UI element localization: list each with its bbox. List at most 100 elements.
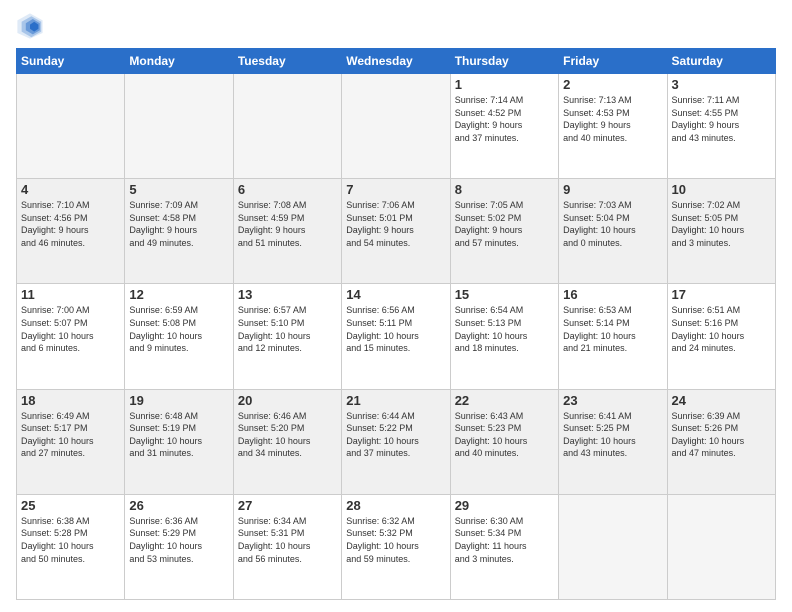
day-info: Sunrise: 7:11 AM Sunset: 4:55 PM Dayligh… — [672, 94, 771, 144]
day-info: Sunrise: 6:43 AM Sunset: 5:23 PM Dayligh… — [455, 410, 554, 460]
day-cell: 3 Sunrise: 7:11 AM Sunset: 4:55 PM Daylig… — [667, 74, 775, 179]
day-info: Sunrise: 7:13 AM Sunset: 4:53 PM Dayligh… — [563, 94, 662, 144]
day-header-wednesday: Wednesday — [342, 49, 450, 74]
day-cell: 15 Sunrise: 6:54 AM Sunset: 5:13 PM Dayli… — [450, 284, 558, 389]
day-cell: 26Sunrise: 6:36 AM Sunset: 5:29 PM Dayli… — [125, 494, 233, 599]
day-cell: 12 Sunrise: 6:59 AM Sunset: 5:08 PM Dayli… — [125, 284, 233, 389]
day-info: Sunrise: 7:00 AM Sunset: 5:07 PM Dayligh… — [21, 304, 120, 354]
day-info: Sunrise: 6:51 AM Sunset: 5:16 PM Dayligh… — [672, 304, 771, 354]
day-number: 29 — [455, 498, 554, 513]
day-info: Sunrise: 7:03 AM Sunset: 5:04 PM Dayligh… — [563, 199, 662, 249]
day-info: Sunrise: 7:06 AM Sunset: 5:01 PM Dayligh… — [346, 199, 445, 249]
day-cell: 27 Sunrise: 6:34 AM Sunset: 5:31 PM Dayli… — [233, 494, 341, 599]
day-cell: 2Sunrise: 7:13 AM Sunset: 4:53 PM Daylig… — [559, 74, 667, 179]
day-cell: 10Sunrise: 7:02 AM Sunset: 5:05 PM Dayli… — [667, 179, 775, 284]
day-info: Sunrise: 6:53 AM Sunset: 5:14 PM Dayligh… — [563, 304, 662, 354]
day-number: 15 — [455, 287, 554, 302]
day-cell: 4Sunrise: 7:10 AM Sunset: 4:56 PM Daylig… — [17, 179, 125, 284]
day-info: Sunrise: 6:30 AM Sunset: 5:34 PM Dayligh… — [455, 515, 554, 565]
day-info: Sunrise: 6:59 AM Sunset: 5:08 PM Dayligh… — [129, 304, 228, 354]
day-number: 19 — [129, 393, 228, 408]
day-cell: 22 Sunrise: 6:43 AM Sunset: 5:23 PM Dayli… — [450, 389, 558, 494]
day-cell: 18 Sunrise: 6:49 AM Sunset: 5:17 PM Dayli… — [17, 389, 125, 494]
day-cell: 19 Sunrise: 6:48 AM Sunset: 5:19 PM Dayli… — [125, 389, 233, 494]
day-number: 27 — [238, 498, 337, 513]
day-header-monday: Monday — [125, 49, 233, 74]
week-row-4: 18 Sunrise: 6:49 AM Sunset: 5:17 PM Dayli… — [17, 389, 776, 494]
day-cell: 5 Sunrise: 7:09 AM Sunset: 4:58 PM Daylig… — [125, 179, 233, 284]
day-number: 18 — [21, 393, 120, 408]
day-number: 26 — [129, 498, 228, 513]
day-cell: 13Sunrise: 6:57 AM Sunset: 5:10 PM Dayli… — [233, 284, 341, 389]
day-cell: 16 Sunrise: 6:53 AM Sunset: 5:14 PM Dayli… — [559, 284, 667, 389]
day-info: Sunrise: 7:09 AM Sunset: 4:58 PM Dayligh… — [129, 199, 228, 249]
day-cell: 28 Sunrise: 6:32 AM Sunset: 5:32 PM Dayli… — [342, 494, 450, 599]
day-cell: 21 Sunrise: 6:44 AM Sunset: 5:22 PM Dayli… — [342, 389, 450, 494]
day-cell — [342, 74, 450, 179]
day-info: Sunrise: 6:34 AM Sunset: 5:31 PM Dayligh… — [238, 515, 337, 565]
day-info: Sunrise: 6:46 AM Sunset: 5:20 PM Dayligh… — [238, 410, 337, 460]
day-info: Sunrise: 6:32 AM Sunset: 5:32 PM Dayligh… — [346, 515, 445, 565]
day-number: 20 — [238, 393, 337, 408]
day-info: Sunrise: 7:08 AM Sunset: 4:59 PM Dayligh… — [238, 199, 337, 249]
day-info: Sunrise: 7:10 AM Sunset: 4:56 PM Dayligh… — [21, 199, 120, 249]
day-number: 25 — [21, 498, 120, 513]
day-number: 17 — [672, 287, 771, 302]
day-info: Sunrise: 6:57 AM Sunset: 5:10 PM Dayligh… — [238, 304, 337, 354]
day-cell: 1 Sunrise: 7:14 AM Sunset: 4:52 PM Daylig… — [450, 74, 558, 179]
day-cell: 7 Sunrise: 7:06 AM Sunset: 5:01 PM Daylig… — [342, 179, 450, 284]
day-cell: 20 Sunrise: 6:46 AM Sunset: 5:20 PM Dayli… — [233, 389, 341, 494]
week-row-2: 4Sunrise: 7:10 AM Sunset: 4:56 PM Daylig… — [17, 179, 776, 284]
day-info: Sunrise: 6:56 AM Sunset: 5:11 PM Dayligh… — [346, 304, 445, 354]
day-number: 11 — [21, 287, 120, 302]
logo — [16, 12, 48, 40]
header — [16, 12, 776, 40]
day-header-friday: Friday — [559, 49, 667, 74]
day-info: Sunrise: 7:14 AM Sunset: 4:52 PM Dayligh… — [455, 94, 554, 144]
day-number: 21 — [346, 393, 445, 408]
day-cell: 25 Sunrise: 6:38 AM Sunset: 5:28 PM Dayli… — [17, 494, 125, 599]
day-cell: 11 Sunrise: 7:00 AM Sunset: 5:07 PM Dayli… — [17, 284, 125, 389]
day-info: Sunrise: 7:02 AM Sunset: 5:05 PM Dayligh… — [672, 199, 771, 249]
page: SundayMondayTuesdayWednesdayThursdayFrid… — [0, 0, 792, 612]
day-cell: 24 Sunrise: 6:39 AM Sunset: 5:26 PM Dayli… — [667, 389, 775, 494]
day-info: Sunrise: 6:49 AM Sunset: 5:17 PM Dayligh… — [21, 410, 120, 460]
day-info: Sunrise: 6:48 AM Sunset: 5:19 PM Dayligh… — [129, 410, 228, 460]
day-number: 16 — [563, 287, 662, 302]
day-info: Sunrise: 6:39 AM Sunset: 5:26 PM Dayligh… — [672, 410, 771, 460]
day-header-sunday: Sunday — [17, 49, 125, 74]
day-cell: 29 Sunrise: 6:30 AM Sunset: 5:34 PM Dayli… — [450, 494, 558, 599]
day-cell: 23Sunrise: 6:41 AM Sunset: 5:25 PM Dayli… — [559, 389, 667, 494]
day-cell: 14 Sunrise: 6:56 AM Sunset: 5:11 PM Dayli… — [342, 284, 450, 389]
day-cell — [559, 494, 667, 599]
week-row-3: 11 Sunrise: 7:00 AM Sunset: 5:07 PM Dayli… — [17, 284, 776, 389]
day-number: 3 — [672, 77, 771, 92]
day-number: 22 — [455, 393, 554, 408]
day-cell: 8Sunrise: 7:05 AM Sunset: 5:02 PM Daylig… — [450, 179, 558, 284]
logo-icon — [16, 12, 44, 40]
day-number: 23 — [563, 393, 662, 408]
day-number: 1 — [455, 77, 554, 92]
day-number: 24 — [672, 393, 771, 408]
day-number: 6 — [238, 182, 337, 197]
day-header-saturday: Saturday — [667, 49, 775, 74]
day-number: 28 — [346, 498, 445, 513]
day-number: 14 — [346, 287, 445, 302]
day-cell — [17, 74, 125, 179]
calendar-table: SundayMondayTuesdayWednesdayThursdayFrid… — [16, 48, 776, 600]
day-cell: 17 Sunrise: 6:51 AM Sunset: 5:16 PM Dayli… — [667, 284, 775, 389]
day-header-tuesday: Tuesday — [233, 49, 341, 74]
week-row-1: 1 Sunrise: 7:14 AM Sunset: 4:52 PM Daylig… — [17, 74, 776, 179]
day-info: Sunrise: 6:38 AM Sunset: 5:28 PM Dayligh… — [21, 515, 120, 565]
day-number: 7 — [346, 182, 445, 197]
day-cell — [233, 74, 341, 179]
day-number: 12 — [129, 287, 228, 302]
day-number: 9 — [563, 182, 662, 197]
day-number: 5 — [129, 182, 228, 197]
day-info: Sunrise: 6:54 AM Sunset: 5:13 PM Dayligh… — [455, 304, 554, 354]
header-row: SundayMondayTuesdayWednesdayThursdayFrid… — [17, 49, 776, 74]
day-cell: 6 Sunrise: 7:08 AM Sunset: 4:59 PM Daylig… — [233, 179, 341, 284]
day-info: Sunrise: 6:44 AM Sunset: 5:22 PM Dayligh… — [346, 410, 445, 460]
day-info: Sunrise: 7:05 AM Sunset: 5:02 PM Dayligh… — [455, 199, 554, 249]
day-cell: 9 Sunrise: 7:03 AM Sunset: 5:04 PM Daylig… — [559, 179, 667, 284]
